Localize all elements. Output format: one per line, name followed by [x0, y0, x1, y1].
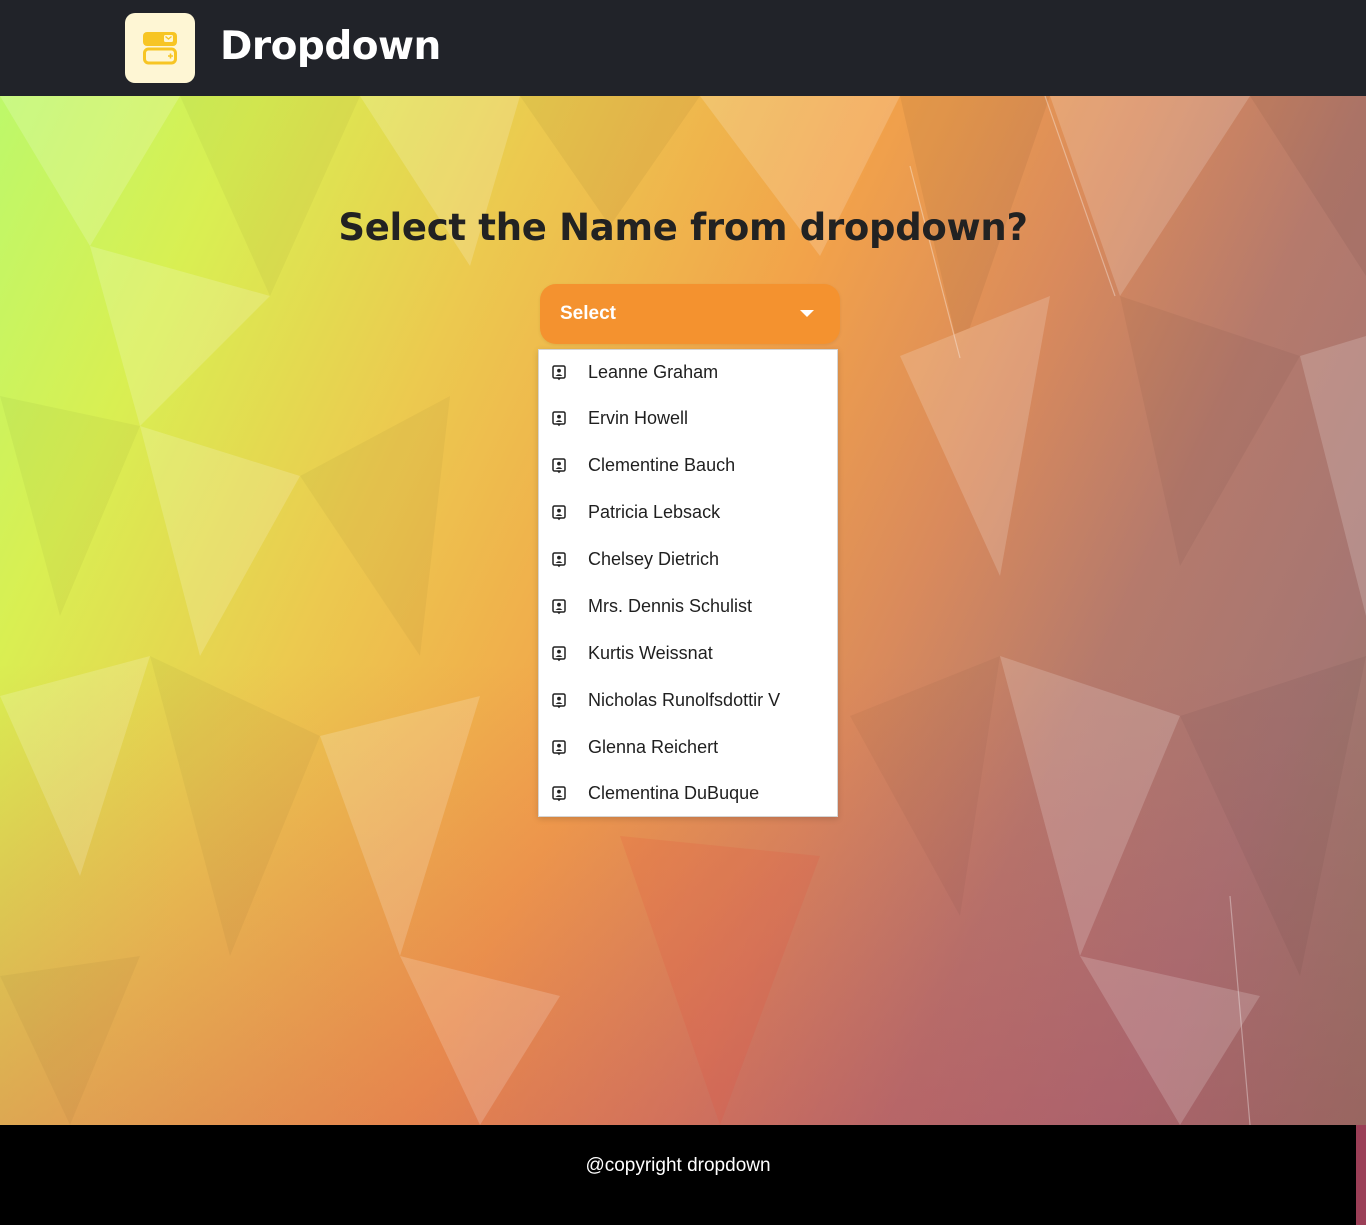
contact-card-icon	[551, 364, 566, 381]
dropdown-menu: Leanne Graham Ervin Howell Clementine Bauc…	[538, 349, 838, 817]
option-label: Leanne Graham	[588, 362, 719, 382]
contact-card-icon	[551, 645, 566, 662]
name-select-dropdown[interactable]: Select	[540, 284, 840, 344]
dropdown-option[interactable]: Ervin Howell	[539, 395, 837, 442]
dropdown-option[interactable]: Clementine Bauch	[539, 442, 837, 489]
page-question: Select the Name from dropdown?	[338, 206, 1028, 249]
top-navbar: Dropdown	[0, 0, 1366, 96]
contact-card-icon	[551, 739, 566, 756]
contact-card-icon	[551, 785, 566, 802]
dropdown-option[interactable]: Leanne Graham	[539, 350, 837, 395]
hero-section: Select the Name from dropdown? Select Le…	[0, 96, 1366, 1125]
footer-edge	[1356, 1125, 1366, 1225]
contact-card-icon	[551, 504, 566, 521]
option-label: Nicholas Runolfsdottir V	[588, 690, 781, 710]
dropdown-option[interactable]: Nicholas Runolfsdottir V	[539, 677, 837, 724]
brand-title: Dropdown	[220, 24, 441, 69]
contact-card-icon	[551, 457, 566, 474]
dropdown-option[interactable]: Mrs. Dennis Schulist	[539, 583, 837, 630]
contact-card-icon	[551, 598, 566, 615]
dropdown-option[interactable]: Patricia Lebsack	[539, 489, 837, 536]
wallet-icon[interactable]	[125, 13, 195, 83]
option-label: Mrs. Dennis Schulist	[588, 596, 753, 616]
caret-down-icon	[800, 310, 814, 317]
option-label: Ervin Howell	[588, 408, 689, 428]
option-label: Glenna Reichert	[588, 737, 719, 757]
option-label: Patricia Lebsack	[588, 502, 721, 522]
dropdown-option[interactable]: Clementina DuBuque	[539, 771, 837, 816]
contact-card-icon	[551, 692, 566, 709]
contact-card-icon	[551, 410, 566, 427]
dropdown-option[interactable]: Chelsey Dietrich	[539, 536, 837, 583]
option-label: Clementine Bauch	[588, 455, 736, 475]
option-label: Kurtis Weissnat	[588, 643, 713, 663]
footer: @copyright dropdown	[0, 1125, 1356, 1225]
dropdown-option[interactable]: Kurtis Weissnat	[539, 630, 837, 677]
dropdown-option[interactable]: Glenna Reichert	[539, 724, 837, 771]
select-label: Select	[560, 303, 616, 324]
option-label: Chelsey Dietrich	[588, 549, 720, 569]
copyright-text: @copyright dropdown	[585, 1155, 771, 1176]
option-label: Clementina DuBuque	[588, 783, 760, 803]
contact-card-icon	[551, 551, 566, 568]
